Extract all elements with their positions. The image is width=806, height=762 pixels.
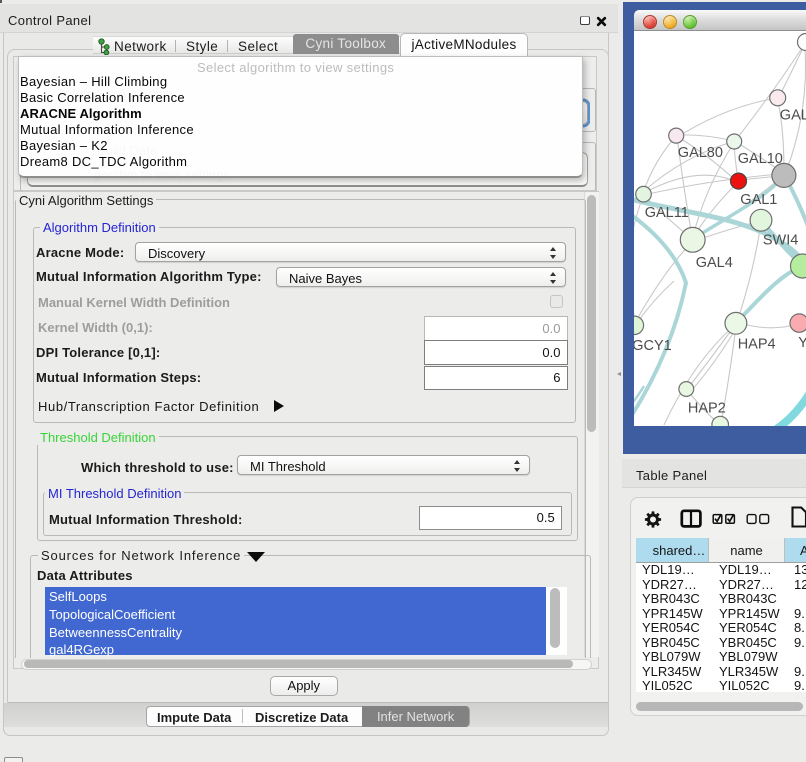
svg-text:Y: Y xyxy=(798,335,806,351)
svg-text:GCY1: GCY1 xyxy=(634,338,672,354)
svg-text:GAL4: GAL4 xyxy=(696,254,733,270)
svg-text:GAL11: GAL11 xyxy=(645,204,689,220)
svg-text:GAL1: GAL1 xyxy=(740,191,777,207)
svg-text:HAP2: HAP2 xyxy=(688,400,726,416)
svg-text:SWI4: SWI4 xyxy=(763,232,798,248)
svg-text:HAP4: HAP4 xyxy=(738,336,776,352)
svg-text:GAL10: GAL10 xyxy=(738,150,783,166)
svg-text:GAL80: GAL80 xyxy=(678,145,723,161)
svg-text:GAL7: GAL7 xyxy=(780,107,806,123)
